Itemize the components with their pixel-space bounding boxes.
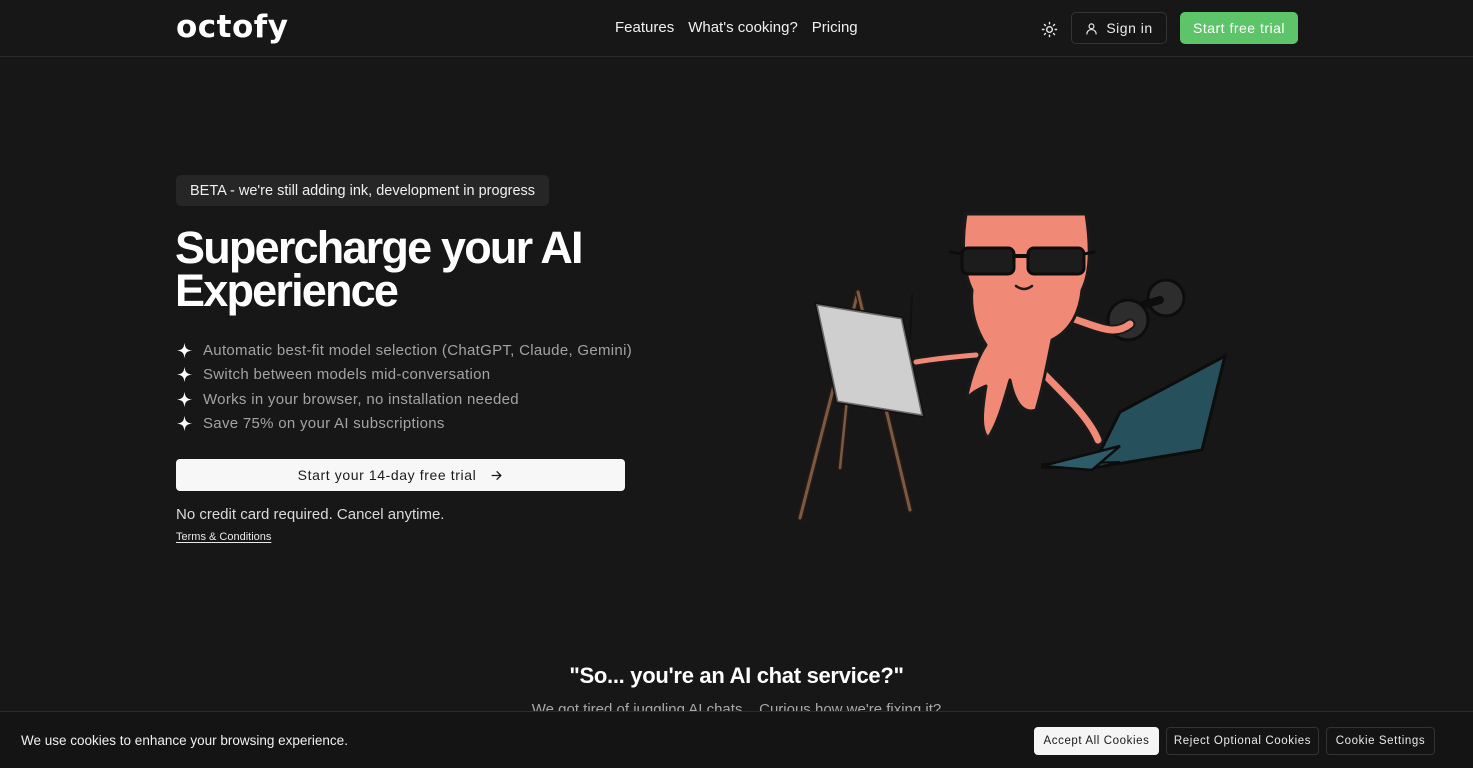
easel-graphic xyxy=(797,289,925,521)
nav-whats-cooking[interactable]: What's cooking? xyxy=(688,19,798,36)
sparkle-icon xyxy=(176,391,193,408)
sparkle-icon xyxy=(176,342,193,359)
theme-toggle-button[interactable] xyxy=(1036,16,1062,42)
sign-in-label: Sign in xyxy=(1106,20,1153,36)
start-free-trial-button[interactable]: Start free trial xyxy=(1180,12,1298,44)
start-trial-cta-button[interactable]: Start your 14-day free trial xyxy=(176,459,625,491)
feature-text: Automatic best-fit model selection (Chat… xyxy=(203,341,632,359)
laptop-graphic xyxy=(1041,353,1228,472)
arrow-right-icon xyxy=(491,470,502,480)
cookie-banner: We use cookies to enhance your browsing … xyxy=(0,711,1473,768)
logo[interactable]: octofy xyxy=(176,9,288,45)
section-title: "So... you're an AI chat service?" xyxy=(569,663,904,688)
beta-badge: BETA - we're still adding ink, developme… xyxy=(176,175,550,206)
cookie-message: We use cookies to enhance your browsing … xyxy=(21,733,348,748)
hero-title: Supercharge your AI Experience xyxy=(175,222,584,316)
nav-pricing[interactable]: Pricing xyxy=(812,19,858,36)
feature-text: Switch between models mid-conversation xyxy=(203,366,491,384)
list-item: Works in your browser, no installation n… xyxy=(176,387,632,412)
page: octofy Features What's cooking? Pricing … xyxy=(0,0,1473,768)
cookie-settings-button[interactable]: Cookie Settings xyxy=(1326,727,1435,755)
sun-icon xyxy=(1041,21,1057,37)
main-nav: Features What's cooking? Pricing xyxy=(615,19,858,36)
feature-text: Works in your browser, no installation n… xyxy=(203,390,519,408)
reject-cookies-button[interactable]: Reject Optional Cookies xyxy=(1166,727,1319,755)
nav-features[interactable]: Features xyxy=(615,19,674,36)
site-header: octofy Features What's cooking? Pricing … xyxy=(0,0,1473,57)
list-item: Automatic best-fit model selection (Chat… xyxy=(176,338,632,363)
no-credit-card-note: No credit card required. Cancel anytime. xyxy=(176,506,445,523)
user-icon xyxy=(1086,22,1098,35)
terms-link[interactable]: Terms & Conditions xyxy=(176,531,271,543)
cta-label: Start your 14-day free trial xyxy=(297,467,477,483)
sparkle-icon xyxy=(176,366,193,383)
list-item: Switch between models mid-conversation xyxy=(176,363,632,388)
feature-text: Save 75% on your AI subscriptions xyxy=(203,415,445,433)
sparkle-icon xyxy=(176,415,193,432)
list-item: Save 75% on your AI subscriptions xyxy=(176,412,632,437)
octopus-illustration xyxy=(797,212,1228,521)
octopus-graphic xyxy=(911,212,1136,446)
feature-list: Automatic best-fit model selection (Chat… xyxy=(176,338,632,436)
sign-in-button[interactable]: Sign in xyxy=(1071,12,1167,44)
accept-cookies-button[interactable]: Accept All Cookies xyxy=(1034,727,1159,755)
